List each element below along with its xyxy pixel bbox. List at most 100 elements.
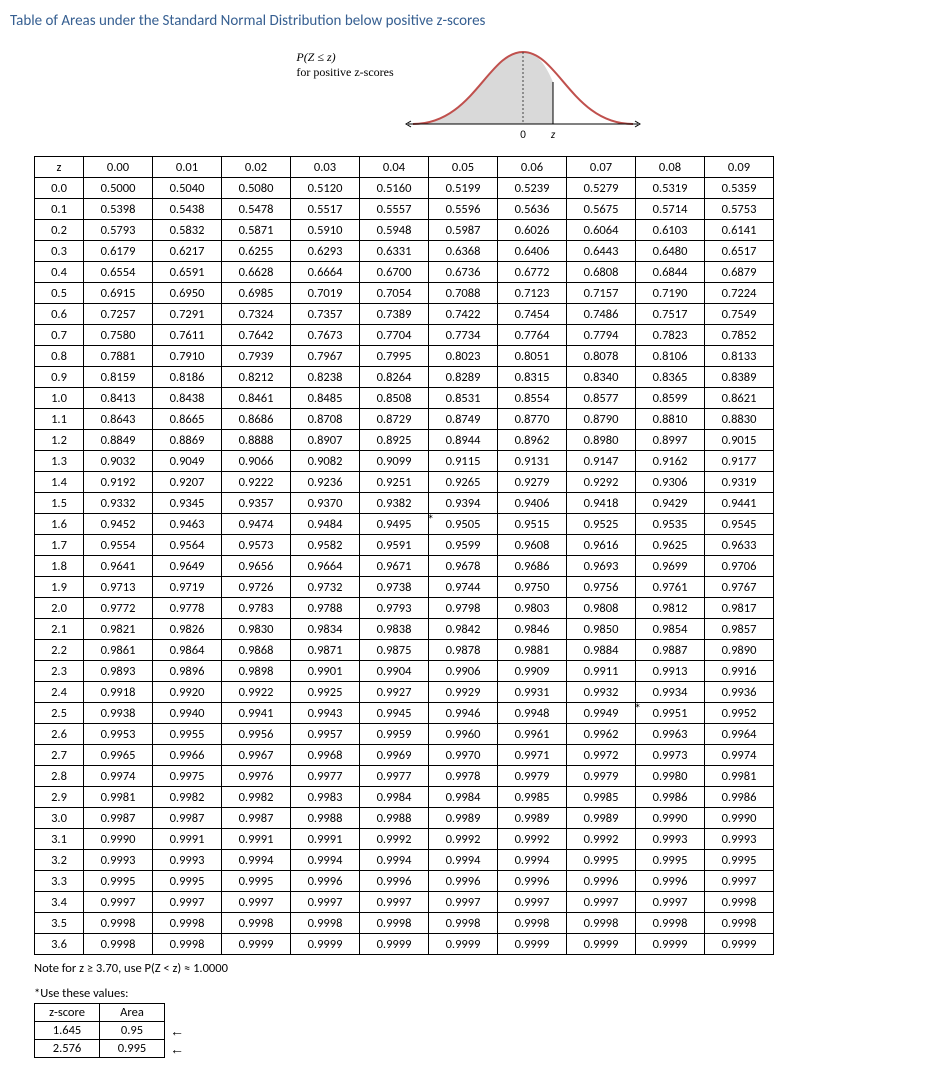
z-cell: 0.9719 (153, 577, 222, 598)
z-cell: 0.9115 (429, 451, 498, 472)
z-cell: 0.9997 (153, 892, 222, 913)
z-table-row: 2.20.98610.98640.98680.98710.98750.98780… (35, 640, 774, 661)
z-row-header: 1.0 (35, 388, 84, 409)
z-cell: 0.9975 (153, 766, 222, 787)
z-cell: 0.5199 (429, 178, 498, 199)
z-cell: 0.9778 (153, 598, 222, 619)
z-cell: 0.8997 (636, 430, 705, 451)
use-values-row: 1.6450.95← (35, 1022, 165, 1040)
z-cell: 0.6736 (429, 262, 498, 283)
z-cell: 0.7257 (84, 304, 153, 325)
z-cell: 0.9306 (636, 472, 705, 493)
use-col-area: Area (100, 1004, 165, 1022)
z-cell: 0.9998 (567, 913, 636, 934)
axis-zero-label: 0 (520, 128, 526, 141)
z-cell: 0.9987 (84, 808, 153, 829)
z-cell: 0.7823 (636, 325, 705, 346)
use-values-heading: *Use these values: (34, 986, 929, 1001)
z-cell: 0.9989 (567, 808, 636, 829)
z-table-row: 1.30.90320.90490.90660.90820.90990.91150… (35, 451, 774, 472)
z-cell: 0.6179 (84, 241, 153, 262)
z-cell: 0.9890 (705, 640, 774, 661)
z-table-row: 2.40.99180.99200.99220.99250.99270.99290… (35, 682, 774, 703)
z-cell: 0.7357 (291, 304, 360, 325)
z-row-header: 0.3 (35, 241, 84, 262)
z-cell: 0.5987 (429, 220, 498, 241)
z-cell: 0.6554 (84, 262, 153, 283)
z-cell: 0.8531 (429, 388, 498, 409)
z-cell: 0.9951 (636, 703, 705, 724)
z-cell: 0.9222 (222, 472, 291, 493)
z-row-header: 1.4 (35, 472, 84, 493)
z-cell: 0.9850 (567, 619, 636, 640)
z-cell: 0.9977 (360, 766, 429, 787)
z-cell: 0.9949* (567, 703, 636, 724)
z-cell: 0.9941 (222, 703, 291, 724)
z-cell: 0.9998 (84, 934, 153, 955)
z-cell: 0.7852 (705, 325, 774, 346)
z-row-header: 0.6 (35, 304, 84, 325)
arrow-left-icon: ← (170, 1040, 184, 1058)
z-cell: 0.9861 (84, 640, 153, 661)
z-cell: 0.9177 (705, 451, 774, 472)
z-row-header: 1.3 (35, 451, 84, 472)
z-row-header: 1.2 (35, 430, 84, 451)
z-table-col-header: 0.03 (291, 157, 360, 178)
z-cell: 0.9995 (705, 850, 774, 871)
z-table-row: 2.50.99380.99400.99410.99430.99450.99460… (35, 703, 774, 724)
z-cell: 0.8340 (567, 367, 636, 388)
z-row-header: 2.0 (35, 598, 84, 619)
z-table-row: 0.50.69150.69500.69850.70190.70540.70880… (35, 283, 774, 304)
z-cell: 0.9418 (567, 493, 636, 514)
use-col-z: z-score (35, 1004, 100, 1022)
z-cell: 0.9505 (429, 514, 498, 535)
z-cell: 0.6700 (360, 262, 429, 283)
z-table-row: 3.10.99900.99910.99910.99910.99920.99920… (35, 829, 774, 850)
z-cell: 0.9756 (567, 577, 636, 598)
z-cell: 0.9981 (84, 787, 153, 808)
z-cell: 0.9147 (567, 451, 636, 472)
z-cell: 0.5910 (291, 220, 360, 241)
z-cell: 0.9854 (636, 619, 705, 640)
z-cell: 0.9484 (291, 514, 360, 535)
z-cell: 0.8686 (222, 409, 291, 430)
z-cell: 0.9996 (636, 871, 705, 892)
z-cell: 0.9992 (498, 829, 567, 850)
z-cell: 0.9999 (636, 934, 705, 955)
z-row-header: 2.9 (35, 787, 84, 808)
z-cell: 0.6844 (636, 262, 705, 283)
z-cell: 0.9973 (636, 745, 705, 766)
z-table-row: 1.90.97130.97190.97260.97320.97380.97440… (35, 577, 774, 598)
z-row-header: 3.2 (35, 850, 84, 871)
diagram-formula: P(Z ≤ z) (296, 50, 335, 64)
z-cell: 0.9015 (705, 430, 774, 451)
z-cell: 0.9998 (153, 913, 222, 934)
z-row-header: 1.1 (35, 409, 84, 430)
z-cell: 0.8907 (291, 430, 360, 451)
z-table-row: 2.70.99650.99660.99670.99680.99690.99700… (35, 745, 774, 766)
z-cell: 0.9904 (360, 661, 429, 682)
z-cell: 0.7673 (291, 325, 360, 346)
z-cell: 0.5478 (222, 199, 291, 220)
z-table-row: 2.10.98210.98260.98300.98340.98380.98420… (35, 619, 774, 640)
z-row-header: 2.2 (35, 640, 84, 661)
z-table-row: 0.90.81590.81860.82120.82380.82640.82890… (35, 367, 774, 388)
z-row-header: 0.7 (35, 325, 84, 346)
z-cell: 0.9599 (429, 535, 498, 556)
z-cell: 0.9994 (360, 850, 429, 871)
z-cell: 0.9925 (291, 682, 360, 703)
z-cell: 0.7454 (498, 304, 567, 325)
z-cell: 0.6103 (636, 220, 705, 241)
z-cell: 0.9997 (222, 892, 291, 913)
z-row-header: 1.7 (35, 535, 84, 556)
bell-curve-icon: 0 z (403, 44, 643, 144)
z-cell: 0.8962 (498, 430, 567, 451)
z-cell: 0.9783 (222, 598, 291, 619)
z-cell: 0.9846 (498, 619, 567, 640)
z-cell: 0.9279 (498, 472, 567, 493)
z-cell: 0.9999 (360, 934, 429, 955)
z-cell: 0.7190 (636, 283, 705, 304)
z-table-row: 0.10.53980.54380.54780.55170.55570.55960… (35, 199, 774, 220)
z-cell: 0.9649 (153, 556, 222, 577)
z-cell: 0.9997 (84, 892, 153, 913)
